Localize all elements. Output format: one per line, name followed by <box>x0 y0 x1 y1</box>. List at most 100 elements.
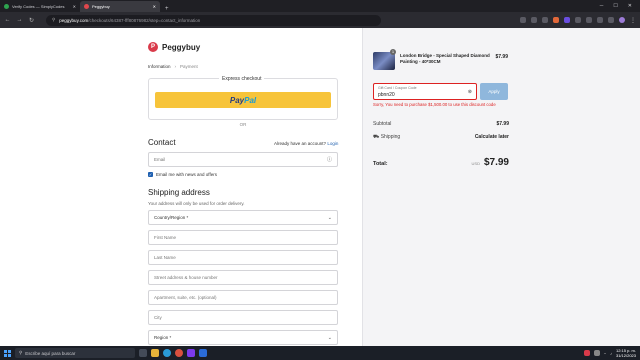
city-field[interactable]: City <box>148 310 338 325</box>
close-window-icon[interactable]: ✕ <box>628 3 632 9</box>
coupon-label: Gift Card / Coupon Code <box>378 86 417 90</box>
quantity-badge: 1 <box>390 49 396 55</box>
street-field[interactable]: Street address & house number <box>148 270 338 285</box>
app-icon[interactable] <box>199 349 207 357</box>
express-checkout-label: Express checkout <box>219 76 265 82</box>
profile-avatar[interactable] <box>619 17 625 23</box>
taskbar-clock[interactable]: 12:15 p. m. 31/12/2023 <box>616 348 636 358</box>
breadcrumb-payment[interactable]: Payment <box>180 64 198 69</box>
system-tray: ◔ ♪ 12:15 p. m. 31/12/2023 <box>583 348 636 358</box>
extension-icon[interactable] <box>564 17 570 23</box>
chrome-icon[interactable] <box>175 349 183 357</box>
checkbox-checked-icon[interactable]: ✓ <box>148 172 153 177</box>
paypal-button[interactable]: Pay Pal <box>155 92 331 108</box>
subtotal-label: Subtotal <box>373 121 392 127</box>
close-tab-icon[interactable]: ✕ <box>153 4 156 9</box>
app-icon[interactable] <box>187 349 195 357</box>
taskbar-search-placeholder: Escribe aquí para buscar <box>25 350 76 356</box>
extension-icon[interactable] <box>553 17 559 23</box>
shipping-value: Calculate later <box>474 134 509 140</box>
country-select[interactable]: Country/Region * ⌄ <box>148 210 338 225</box>
windows-start-icon[interactable] <box>4 349 11 357</box>
coupon-input[interactable]: Gift Card / Coupon Code pbnn20 ⊗ <box>373 83 477 100</box>
region-select[interactable]: Region * ⌄ <box>148 330 338 345</box>
logo-icon: P <box>148 42 158 52</box>
bookmark-star-icon[interactable] <box>542 17 548 23</box>
coupon-value: pbnn20 <box>378 92 395 98</box>
tab-label: Peggybuy <box>92 4 110 9</box>
tray-app-icon[interactable] <box>593 350 600 356</box>
windows-taskbar: ⚲ Escribe aquí para buscar ◔ ♪ 12:15 p. … <box>0 346 640 360</box>
url-host: peggybuy.com <box>59 17 89 23</box>
or-divider: OR <box>239 122 247 127</box>
account-prompt-text: Already have an account? <box>274 141 327 146</box>
browser-toolbar: ← → ↻ ⚲ peggybuy.com/checkouts/64387-fff… <box>0 12 640 28</box>
minimize-icon[interactable]: ─ <box>600 3 604 9</box>
total-label: Total: <box>373 161 388 167</box>
extension-icon[interactable] <box>586 17 592 23</box>
extension-icon[interactable] <box>575 17 581 23</box>
breadcrumb: Information › Payment <box>148 64 198 69</box>
street-placeholder: Street address & house number <box>154 275 218 280</box>
paypal-logo-pay: Pay <box>229 95 245 105</box>
close-tab-icon[interactable]: ✕ <box>73 4 76 9</box>
clock-date: 31/12/2023 <box>615 353 636 358</box>
tray-app-icon[interactable] <box>583 350 590 356</box>
product-price: $7.99 <box>495 54 508 60</box>
account-prompt: Already have an account? Login <box>274 141 338 146</box>
peggybuy-favicon-icon <box>84 4 89 9</box>
tab-simplycodes[interactable]: Verify Codes — SimplyCodes ✕ <box>0 1 80 12</box>
task-view-icon[interactable] <box>139 349 147 357</box>
puzzle-icon[interactable] <box>597 17 603 23</box>
translate-icon[interactable] <box>520 17 526 23</box>
breadcrumb-information[interactable]: Information <box>148 64 171 69</box>
volume-icon[interactable]: ♪ <box>610 351 612 356</box>
page-content: P Peggybuy Information › Payment Express… <box>0 28 640 346</box>
chevron-down-icon: ⌄ <box>327 214 332 221</box>
tab-peggybuy[interactable]: Peggybuy ✕ <box>80 1 160 12</box>
newsletter-checkbox[interactable]: ✓ Email me with news and offers <box>148 172 217 177</box>
reload-icon[interactable]: ↻ <box>28 17 35 24</box>
newsletter-label: Email me with news and offers <box>156 172 217 177</box>
shipping-row: ⛟ Shipping Calculate later <box>373 134 509 141</box>
clear-icon[interactable]: ⊗ <box>468 89 472 95</box>
contact-heading: Contact <box>148 138 176 147</box>
forward-icon[interactable]: → <box>16 17 23 23</box>
product-name: London Bridge - Special Shaped Diamond P… <box>400 53 490 64</box>
share-icon[interactable] <box>531 17 537 23</box>
subtotal-value: $7.99 <box>496 121 509 127</box>
order-summary-panel <box>362 28 640 346</box>
site-info-icon[interactable]: ⚲ <box>52 17 55 23</box>
taskbar-search[interactable]: ⚲ Escribe aquí para buscar <box>15 348 135 358</box>
extensions-area: ⋮ <box>520 17 636 24</box>
region-placeholder: Region * <box>154 335 172 340</box>
email-placeholder: Email <box>154 157 166 162</box>
login-link[interactable]: Login <box>327 141 338 146</box>
shipping-subtitle: Your address will only be used for order… <box>148 201 245 206</box>
shipping-heading: Shipping address <box>148 188 210 197</box>
paypal-logo-pal: Pal <box>244 95 257 105</box>
email-field[interactable]: Email ⓘ <box>148 152 338 167</box>
first-name-field[interactable]: First Name <box>148 230 338 245</box>
store-name: Peggybuy <box>162 42 201 52</box>
file-explorer-icon[interactable] <box>151 349 159 357</box>
tab-label: Verify Codes — SimplyCodes <box>12 4 65 9</box>
sidebar-icon[interactable] <box>608 17 614 23</box>
store-logo[interactable]: P Peggybuy <box>148 42 200 52</box>
shipping-label: Shipping <box>380 134 401 140</box>
subtotal-row: Subtotal $7.99 <box>373 121 509 127</box>
network-icon[interactable]: ◔ <box>604 351 606 356</box>
apply-button[interactable]: Apply <box>480 83 508 100</box>
apartment-field[interactable]: Apartment, suite, etc. (optional) <box>148 290 338 305</box>
maximize-icon[interactable]: ☐ <box>613 3 617 9</box>
checkout-form-column: P Peggybuy Information › Payment Express… <box>0 28 362 346</box>
edge-icon[interactable] <box>163 349 171 357</box>
menu-kebab-icon[interactable]: ⋮ <box>630 17 636 24</box>
chevron-right-icon: › <box>174 64 177 69</box>
address-bar[interactable]: ⚲ peggybuy.com/checkouts/64387-fff808769… <box>46 14 381 26</box>
last-name-field[interactable]: Last Name <box>148 250 338 265</box>
first-name-placeholder: First Name <box>154 235 177 240</box>
help-icon[interactable]: ⓘ <box>327 156 332 163</box>
country-placeholder: Country/Region * <box>154 215 189 220</box>
back-icon[interactable]: ← <box>4 17 11 23</box>
